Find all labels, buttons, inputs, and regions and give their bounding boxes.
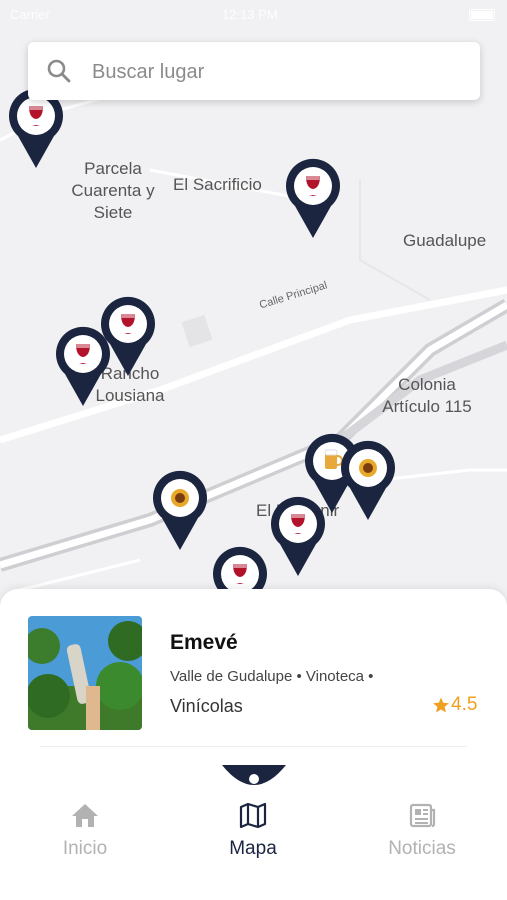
place-subtitle: Valle de Gudalupe • Vinoteca • bbox=[170, 668, 374, 685]
place-thumbnail[interactable] bbox=[28, 616, 142, 730]
tab-label: Noticias bbox=[388, 838, 456, 859]
clock-label: 12:13 PM bbox=[222, 7, 278, 22]
carrier-label: Carrier bbox=[10, 7, 50, 22]
map-pin[interactable] bbox=[152, 470, 208, 552]
search-icon bbox=[47, 59, 71, 83]
tab-inicio[interactable]: Inicio bbox=[25, 800, 145, 860]
active-tab-indicator bbox=[222, 765, 286, 785]
food-plate-icon bbox=[171, 489, 189, 507]
tab-bar: Inicio Mapa Noticias bbox=[0, 760, 507, 900]
map-pin[interactable] bbox=[8, 88, 64, 170]
map-place-label: Parcela Cuarenta y Siete bbox=[71, 159, 155, 222]
map-pin[interactable] bbox=[270, 496, 326, 578]
rating: 4.5 bbox=[432, 694, 477, 716]
map-pin[interactable] bbox=[285, 158, 341, 240]
place-title: Emevé bbox=[170, 631, 238, 654]
divider bbox=[40, 746, 467, 747]
status-bar: Carrier 12:13 PM bbox=[0, 0, 507, 30]
search-input[interactable]: Buscar lugar bbox=[92, 61, 204, 84]
tab-label: Mapa bbox=[229, 838, 277, 859]
tab-noticias[interactable]: Noticias bbox=[362, 800, 482, 860]
map-pin[interactable] bbox=[55, 326, 111, 408]
newspaper-icon bbox=[409, 803, 436, 828]
star-icon bbox=[433, 697, 449, 713]
place-category: Vinícolas bbox=[170, 696, 243, 716]
map-place-label: El Sacrificio bbox=[173, 175, 262, 194]
search-bar[interactable]: Buscar lugar bbox=[28, 42, 480, 100]
tab-mapa[interactable]: Mapa bbox=[193, 800, 313, 860]
food-plate-icon bbox=[359, 459, 377, 477]
battery-icon bbox=[469, 9, 495, 21]
home-icon bbox=[72, 804, 98, 827]
map-pin[interactable] bbox=[340, 440, 396, 522]
map-place-label: Guadalupe bbox=[403, 231, 487, 250]
map-place-label: Colonia Artículo 115 bbox=[382, 375, 472, 416]
map-icon bbox=[239, 802, 267, 829]
rating-value: 4.5 bbox=[451, 694, 478, 715]
tab-label: Inicio bbox=[62, 838, 108, 859]
